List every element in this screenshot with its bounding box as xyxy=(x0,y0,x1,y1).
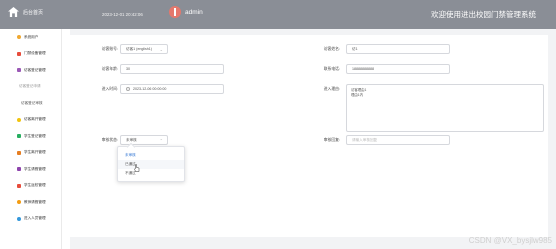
dropdown-option-rejected[interactable]: 不通过 xyxy=(118,169,184,178)
sidebar-item-label: 学生返校管理 xyxy=(24,183,46,188)
sidebar-item-student-absence[interactable]: 学生请假管理 xyxy=(0,161,61,178)
audit-status-value: 未审核 xyxy=(126,137,137,142)
audit-reply-label: 审核回复: xyxy=(323,138,340,142)
visitor-name-field[interactable]: 访1 xyxy=(346,44,450,54)
visitor-name-value: 访1 xyxy=(352,46,358,51)
sidebar-item-label: 进入人员管理 xyxy=(24,216,46,221)
top-header: 后台首页 2023-12-01 20:42:06 admin 欢迎使用进出校园门… xyxy=(0,0,556,29)
sidebar-item-label: 学生请假管理 xyxy=(24,166,46,171)
chevron-down-icon: ⌄ xyxy=(159,47,163,52)
visitor-age-label: 访客年龄: xyxy=(101,67,118,71)
dropdown-option-approved[interactable]: 已通过 xyxy=(118,160,184,172)
chevron-up-icon: ⌃ xyxy=(159,138,163,143)
sidebar-item-label: 访客登记申请 xyxy=(19,84,41,89)
visitor-name-label: 访客姓名: xyxy=(323,47,340,51)
sidebar-item-label: 访客登记审核 xyxy=(21,100,43,105)
return-icon xyxy=(17,183,21,188)
visitor-account-value: 访客1 (english1) xyxy=(126,46,152,51)
star-icon xyxy=(17,216,21,221)
phone-value: 18888888888 xyxy=(352,67,374,71)
sidebar-item-label: 学生登记管理 xyxy=(24,133,46,138)
leave-icon xyxy=(17,150,21,155)
form-card: 访客账号: 访客1 (english1) ⌄ 访客姓名: 访1 访客年龄: 30… xyxy=(70,35,548,237)
sidebar-item-entrants[interactable]: 进入人员管理 xyxy=(0,211,61,228)
watermark: CSDN @VX_bysjlw985 xyxy=(468,236,552,245)
current-datetime: 2023-12-01 20:42:06 xyxy=(102,12,143,17)
sidebar-item-student-leave[interactable]: 学生离开管理 xyxy=(0,145,61,162)
dropdown-option-pending[interactable]: 未审核 xyxy=(118,151,184,160)
audit-status-select[interactable]: 未审核 ⌃ xyxy=(120,135,168,145)
sidebar-item-label: 学生离开管理 xyxy=(24,150,46,155)
sidebar-item-student-registration[interactable]: 学生登记管理 xyxy=(0,128,61,145)
sidebar-item-door-devices[interactable]: 门禁设备管理 xyxy=(0,46,61,63)
visitor-age-field[interactable]: 30 xyxy=(120,64,224,74)
audit-reply-placeholder: 请输入审核回复 xyxy=(352,137,378,142)
teacher-icon xyxy=(17,200,21,205)
sidebar-subitem-visitor-audit[interactable]: 访客登记审核 xyxy=(0,95,61,112)
phone-field[interactable]: 18888888888 xyxy=(346,64,450,74)
enter-time-value: 2023-12-06 00:00:00 xyxy=(133,87,167,91)
sidebar-item-label: 系统用户 xyxy=(24,34,39,39)
list-icon xyxy=(17,68,21,73)
visitor-account-select[interactable]: 访客1 (english1) ⌄ xyxy=(120,44,168,54)
username: admin xyxy=(185,8,203,16)
avatar xyxy=(169,6,181,18)
home-label: 后台首页 xyxy=(23,9,44,16)
sidebar-item-label: 教师请假管理 xyxy=(24,199,46,204)
sidebar-item-teacher-absence[interactable]: 教师请假管理 xyxy=(0,194,61,211)
enter-reason-line: 理由1内 xyxy=(351,93,364,97)
sidebar-item-system-users[interactable]: 系统用户 xyxy=(0,29,61,46)
main-content: 访客账号: 访客1 (english1) ⌄ 访客姓名: 访1 访客年龄: 30… xyxy=(70,29,556,249)
sidebar-subitem-visitor-apply[interactable]: 访客登记申请 xyxy=(0,79,61,96)
sidebar-item-label: 访客登记管理 xyxy=(24,67,46,72)
audit-reply-field[interactable]: 请输入审核回复 xyxy=(346,135,450,145)
system-title: 欢迎使用进出校园门禁管理系统 xyxy=(431,10,536,19)
sidebar-item-student-return[interactable]: 学生返校管理 xyxy=(0,178,61,195)
sidebar-item-visitor-registration[interactable]: 访客登记管理 xyxy=(0,62,61,79)
audit-status-label: 审核状态: xyxy=(101,138,118,142)
visitor-account-label: 访客账号: xyxy=(101,47,118,51)
user-menu[interactable]: admin xyxy=(169,6,203,18)
student-icon xyxy=(17,134,21,139)
home-icon xyxy=(8,7,19,17)
enter-reason-textarea[interactable]: 访客理由1 理由1内 xyxy=(346,84,544,132)
gear-icon xyxy=(17,35,21,40)
sidebar-item-visitor-leave[interactable]: 访客离开管理 xyxy=(0,112,61,129)
sidebar-item-label: 门禁设备管理 xyxy=(24,51,46,56)
enter-reason-label: 进入理由: xyxy=(323,87,340,91)
exit-icon xyxy=(17,117,21,122)
phone-label: 联系电话: xyxy=(323,67,340,71)
sidebar-item-label: 访客离开管理 xyxy=(24,117,46,122)
enter-time-picker[interactable]: 2023-12-06 00:00:00 xyxy=(120,84,224,94)
door-icon xyxy=(17,51,21,56)
calendar-icon xyxy=(17,167,21,172)
audit-status-dropdown: 未审核 已通过 不通过 xyxy=(117,146,185,182)
home-link[interactable]: 后台首页 xyxy=(8,7,43,17)
enter-time-label: 进入时间: xyxy=(101,87,118,91)
clock-icon xyxy=(126,87,130,91)
visitor-age-value: 30 xyxy=(126,67,130,71)
sidebar: 系统用户 门禁设备管理 访客登记管理 访客登记申请 访客登记审核 访客离开管理 … xyxy=(0,29,62,249)
